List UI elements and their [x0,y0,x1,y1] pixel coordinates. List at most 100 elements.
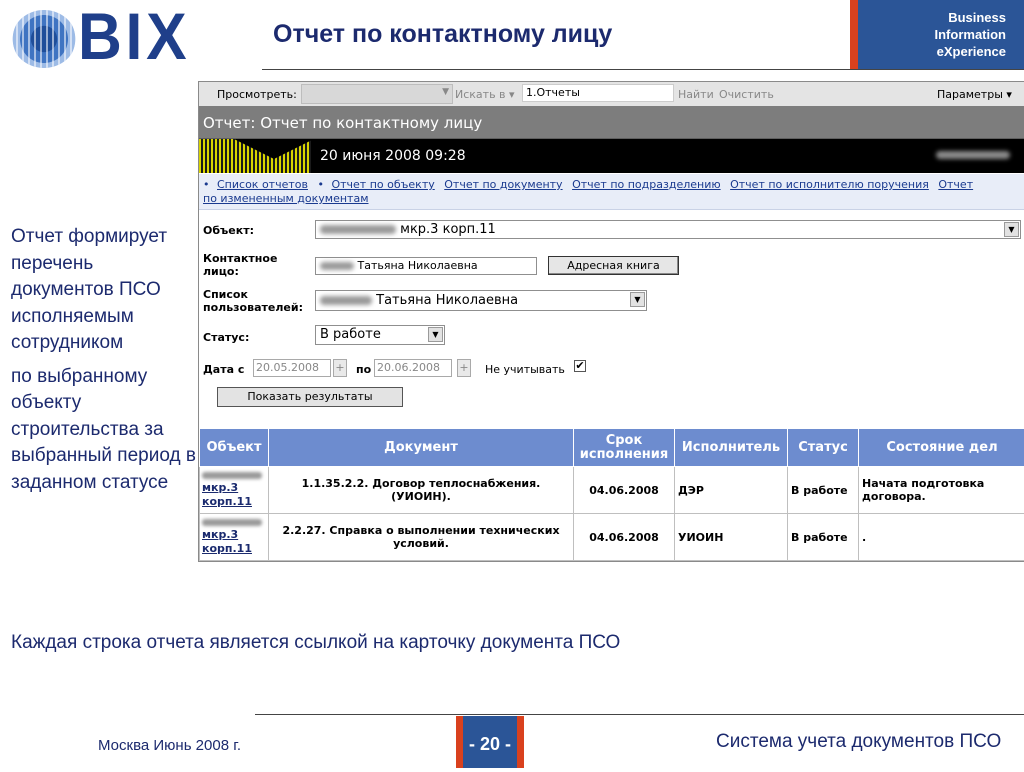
cell-document[interactable]: 1.1.35.2.2. Договор теплоснабжения. (УИО… [269,467,574,514]
description-paragraph-2: по выбранному объекту строительства за в… [11,364,201,497]
brand-box: Business Information eXperience [850,0,1024,69]
address-book-button[interactable]: Адресная книга [548,256,679,275]
users-label-line2: пользователей: [203,301,303,314]
user-name-blurred [936,151,1010,159]
contact-label-line1: Контактное [203,252,277,265]
globe-icon [12,10,76,68]
object-label: Объект: [203,224,254,237]
brand-line-1: Business [858,0,1024,26]
search-in-menu[interactable]: Искать в ▾ [455,88,515,101]
cell-state: Начата подготовка договора. [859,467,1024,514]
object-prefix-blurred [320,225,396,234]
users-label: Списокпользователей: [203,288,303,314]
contact-label-line2: лицо: [203,265,239,278]
user-surname-blurred [320,296,372,305]
object-line2: корп.11 [202,495,252,508]
calendar-icon: + [335,361,344,374]
table-header-row: Объект Документ Срок исполнения Исполнит… [200,429,1024,467]
status-label: Статус: [203,331,249,344]
date-from-picker-button[interactable]: + [333,359,347,377]
report-date: 20 июня 2008 09:28 [320,148,466,164]
date-to-input[interactable]: 20.06.2008 [374,359,452,377]
toolbar: Просмотреть: ▼ Искать в ▾ 1.Отчеты Найти… [199,82,1024,107]
report-links: • Список отчетов • Отчет по объекту Отче… [199,174,1024,210]
contact-label: Контактноелицо: [203,252,277,278]
cell-due-date: 04.06.2008 [574,467,675,514]
report-titlebar: Отчет: Отчет по контактному лицу [199,106,1024,139]
clear-button[interactable]: Очистить [719,88,774,101]
date-from-input[interactable]: 20.05.2008 [253,359,331,377]
description: Отчет формирует перечень документов ПСО … [11,224,201,503]
users-select[interactable]: Татьяна Николаевна ▼ [315,290,647,311]
contact-field[interactable]: Татьяна Николаевна [315,257,537,275]
object-name-blurred [202,519,262,526]
search-input[interactable]: 1.Отчеты [522,84,674,102]
chevron-down-icon: ▾ [1006,88,1012,101]
brand-line-2: Information [858,26,1024,43]
footer-divider [255,714,1024,715]
column-header-status: Статус [788,429,859,467]
column-header-state: Состояние дел [859,429,1024,467]
parameters-menu[interactable]: Параметры ▾ [937,88,1012,101]
column-header-executor: Исполнитель [675,429,788,467]
banner-wedge [234,139,314,159]
view-label: Просмотреть: [217,88,297,101]
chevron-down-icon: ▼ [1004,222,1019,237]
search-in-label: Искать в [455,88,506,101]
cell-document[interactable]: 2.2.27. Справка о выполнении технических… [269,514,574,561]
column-header-document: Документ [269,429,574,467]
link-report-by-object[interactable]: Отчет по объекту [331,178,434,191]
bullet-icon: • [317,178,324,191]
date-from-label: Дата с [203,363,244,376]
table-row[interactable]: мкр.3корп.11 1.1.35.2.2. Договор теплосн… [200,467,1024,514]
status-value: В работе [320,327,381,342]
chevron-down-icon: ▼ [630,292,645,307]
date-banner: 20 июня 2008 09:28 [199,139,1024,173]
status-select[interactable]: В работе ▼ [315,325,445,345]
link-report-list[interactable]: Список отчетов [217,178,308,191]
cell-object[interactable]: мкр.3корп.11 [200,467,269,514]
cell-executor: ДЭР [675,467,788,514]
view-select[interactable]: ▼ [301,84,453,104]
find-button[interactable]: Найти [678,88,714,101]
contact-value: Татьяна Николаевна [358,259,478,272]
report-app-window: Просмотреть: ▼ Искать в ▾ 1.Отчеты Найти… [198,81,1024,562]
object-link[interactable]: мкр.3корп.11 [202,528,266,556]
column-header-due-date: Срок исполнения [574,429,675,467]
link-report-by-document[interactable]: Отчет по документу [444,178,562,191]
slide-note: Каждая строка отчета является ссылкой на… [11,632,620,654]
page-number: - 20 - [456,716,524,768]
link-report-changed-docs[interactable]: Отчет [938,178,973,191]
chevron-down-icon: ▼ [442,87,449,97]
date-to-label: по [356,363,371,376]
link-report-by-department[interactable]: Отчет по подразделению [572,178,721,191]
link-report-changed-docs-cont[interactable]: по измененным документам [203,192,369,205]
cell-executor: УИОИН [675,514,788,561]
cell-object[interactable]: мкр.3корп.11 [200,514,269,561]
slide-title: Отчет по контактному лицу [273,20,612,49]
cell-status: В работе [788,514,859,561]
chevron-down-icon: ▾ [509,88,515,101]
link-report-by-executor[interactable]: Отчет по исполнителю поручения [730,178,929,191]
users-value: Татьяна Николаевна [376,293,518,308]
calendar-icon: + [459,361,468,374]
object-select[interactable]: мкр.3 корп.11 ▼ [315,220,1021,239]
date-to-picker-button[interactable]: + [457,359,471,377]
object-value: мкр.3 корп.11 [400,222,496,237]
results-table: Объект Документ Срок исполнения Исполнит… [199,428,1024,561]
checkmark-icon: ✔ [575,359,584,372]
table-row[interactable]: мкр.3корп.11 2.2.27. Справка о выполнени… [200,514,1024,561]
report-title: Отчет: Отчет по контактному лицу [203,114,482,132]
description-paragraph-1: Отчет формирует перечень документов ПСО … [11,224,201,357]
object-line1: мкр.3 [202,481,238,494]
column-header-object: Объект [200,429,269,467]
object-link[interactable]: мкр.3корп.11 [202,481,266,509]
show-results-button[interactable]: Показать результаты [217,387,403,407]
bullet-icon: • [203,178,210,191]
object-line1: мкр.3 [202,528,238,541]
cell-state: . [859,514,1024,561]
object-line2: корп.11 [202,542,252,555]
header-divider [262,69,1024,70]
ignore-date-checkbox[interactable]: ✔ [574,360,586,372]
users-label-line1: Список [203,288,248,301]
